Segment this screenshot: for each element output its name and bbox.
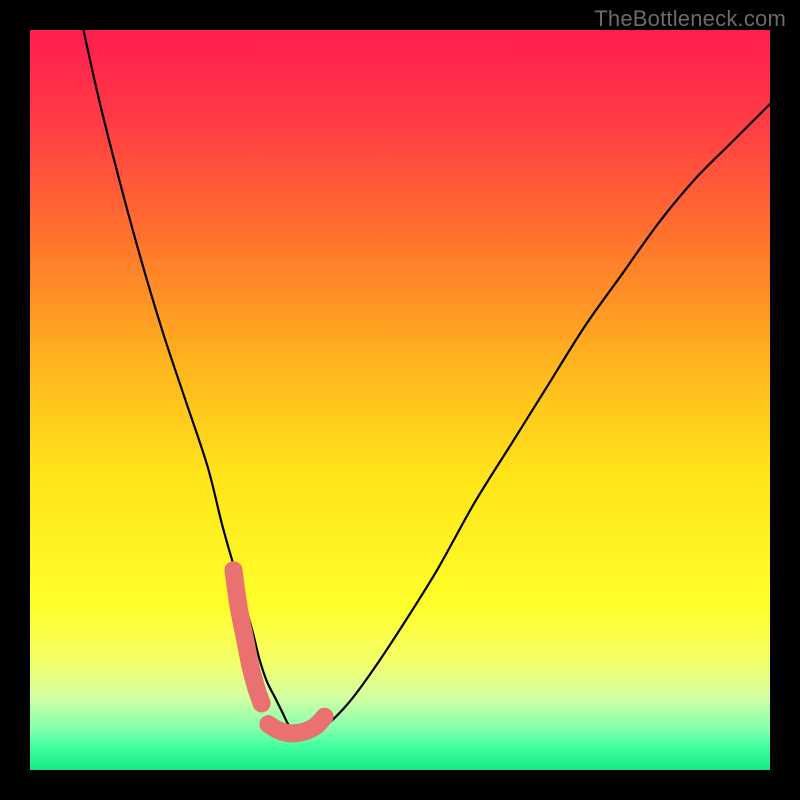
highlight-segment-left: [234, 570, 262, 703]
watermark-label: TheBottleneck.com: [594, 6, 786, 32]
plot-area: [30, 30, 770, 770]
bottleneck-curve: [30, 30, 770, 734]
highlight-segment-bottom: [268, 717, 324, 734]
curve-layer: [30, 30, 770, 770]
chart-stage: TheBottleneck.com: [0, 0, 800, 800]
